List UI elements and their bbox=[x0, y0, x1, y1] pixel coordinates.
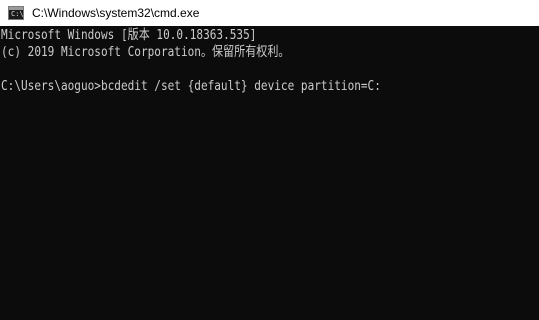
cmd-icon[interactable]: C:\ bbox=[8, 6, 24, 20]
command-input-line[interactable]: C:\Users\aoguo>bcdedit /set {default} de… bbox=[1, 78, 442, 95]
window-title: C:\Windows\system32\cmd.exe bbox=[32, 6, 200, 20]
console-output[interactable]: Microsoft Windows [版本 10.0.18363.535] (c… bbox=[0, 27, 539, 320]
title-bar[interactable]: C:\ C:\Windows\system32\cmd.exe bbox=[0, 0, 539, 26]
console-line: (c) 2019 Microsoft Corporation。保留所有权利。 bbox=[1, 44, 290, 60]
cmd-window: C:\ C:\Windows\system32\cmd.exe Microsof… bbox=[0, 0, 539, 320]
console-line: Microsoft Windows [版本 10.0.18363.535] bbox=[1, 27, 257, 43]
